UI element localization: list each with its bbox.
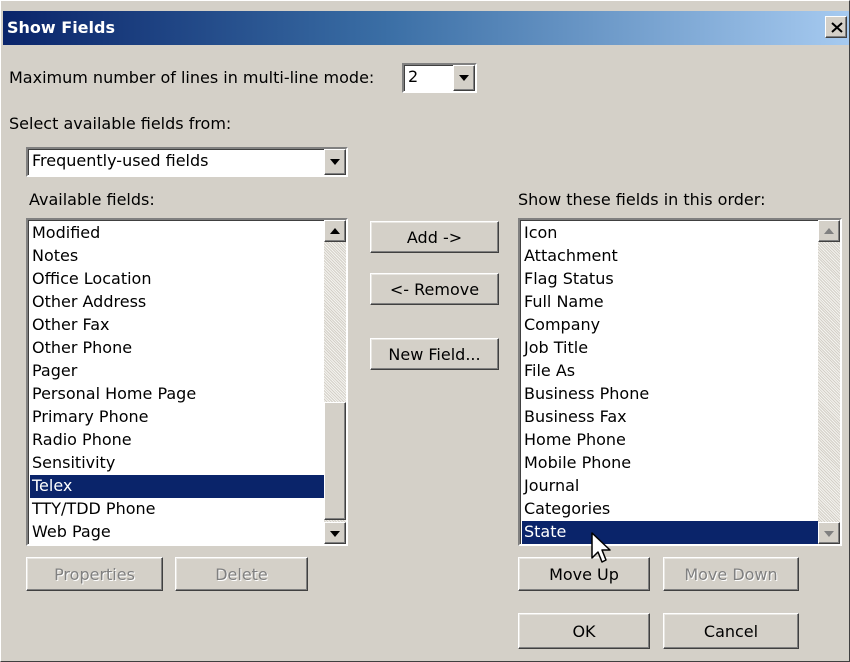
ok-button[interactable]: OK: [518, 613, 650, 649]
add-button[interactable]: Add ->: [370, 221, 499, 253]
mouse-pointer-icon: [591, 532, 611, 563]
remove-button[interactable]: <- Remove: [370, 273, 499, 305]
title-bar: Show Fields: [3, 11, 849, 45]
list-item[interactable]: Sensitivity: [30, 452, 324, 475]
show-fields-dialog: Show Fields Maximum number of lines in m…: [0, 0, 850, 662]
list-item[interactable]: Pager: [30, 360, 324, 383]
list-item[interactable]: Flag Status: [522, 268, 818, 291]
chevron-down-icon: [330, 159, 340, 165]
list-item[interactable]: Icon: [522, 222, 818, 245]
list-item[interactable]: Categories: [522, 498, 818, 521]
list-item[interactable]: Job Title: [522, 337, 818, 360]
list-item[interactable]: Office Location: [30, 268, 324, 291]
arrow-up-icon: [330, 228, 340, 234]
list-item[interactable]: Business Fax: [522, 406, 818, 429]
source-label: Select available fields from:: [9, 114, 232, 133]
close-icon: [831, 22, 843, 33]
cancel-button[interactable]: Cancel: [663, 613, 799, 649]
list-item[interactable]: Primary Phone: [30, 406, 324, 429]
max-lines-dropdown-button[interactable]: [453, 65, 475, 91]
list-item[interactable]: Modified: [30, 222, 324, 245]
available-fields-items: Modified Notes Office Location Other Addres…: [30, 222, 324, 544]
delete-button[interactable]: Delete: [175, 557, 308, 591]
arrow-down-icon: [824, 531, 834, 537]
source-dropdown-button[interactable]: [324, 149, 346, 175]
list-item[interactable]: Mobile Phone: [522, 452, 818, 475]
dialog-title: Show Fields: [7, 18, 115, 37]
list-item[interactable]: Notes: [30, 245, 324, 268]
chevron-down-icon: [459, 75, 469, 81]
list-item[interactable]: Journal: [522, 475, 818, 498]
list-item[interactable]: File As: [522, 360, 818, 383]
list-item[interactable]: Radio Phone: [30, 429, 324, 452]
properties-button[interactable]: Properties: [26, 557, 163, 591]
list-item[interactable]: Personal Home Page: [30, 383, 324, 406]
scroll-thumb[interactable]: [324, 402, 346, 520]
max-lines-value: 2: [408, 67, 419, 86]
arrow-down-icon: [330, 531, 340, 537]
scroll-up-button[interactable]: [818, 220, 840, 242]
list-item[interactable]: Full Name: [522, 291, 818, 314]
list-item[interactable]: State: [522, 521, 818, 544]
list-item[interactable]: Web Page: [30, 521, 324, 544]
list-item[interactable]: Telex: [30, 475, 324, 498]
available-fields-label: Available fields:: [29, 190, 155, 209]
move-up-button[interactable]: Move Up: [518, 557, 650, 591]
list-item[interactable]: Company: [522, 314, 818, 337]
close-button[interactable]: [825, 16, 847, 38]
list-item[interactable]: Business Phone: [522, 383, 818, 406]
list-item[interactable]: Other Fax: [30, 314, 324, 337]
move-down-button[interactable]: Move Down: [663, 557, 799, 591]
available-fields-scrollbar[interactable]: [324, 220, 346, 544]
source-select[interactable]: Frequently-used fields: [26, 147, 348, 177]
max-lines-select[interactable]: 2: [402, 63, 477, 93]
max-lines-label: Maximum number of lines in multi-line mo…: [9, 68, 375, 87]
shown-fields-scrollbar[interactable]: [818, 220, 840, 544]
arrow-up-icon: [824, 228, 834, 234]
list-item[interactable]: Other Phone: [30, 337, 324, 360]
list-item[interactable]: Other Address: [30, 291, 324, 314]
scroll-up-button[interactable]: [324, 220, 346, 242]
shown-fields-label: Show these fields in this order:: [518, 190, 766, 209]
source-value: Frequently-used fields: [32, 151, 209, 170]
shown-fields-items: Icon Attachment Flag Status Full Name Compan…: [522, 222, 818, 544]
list-item[interactable]: Home Phone: [522, 429, 818, 452]
shown-fields-list[interactable]: Icon Attachment Flag Status Full Name Compan…: [518, 218, 842, 546]
list-item[interactable]: TTY/TDD Phone: [30, 498, 324, 521]
scroll-down-button[interactable]: [818, 522, 840, 544]
scroll-down-button[interactable]: [324, 522, 346, 544]
new-field-button[interactable]: New Field...: [370, 338, 499, 370]
available-fields-list[interactable]: Modified Notes Office Location Other Addres…: [26, 218, 348, 546]
list-item[interactable]: Attachment: [522, 245, 818, 268]
